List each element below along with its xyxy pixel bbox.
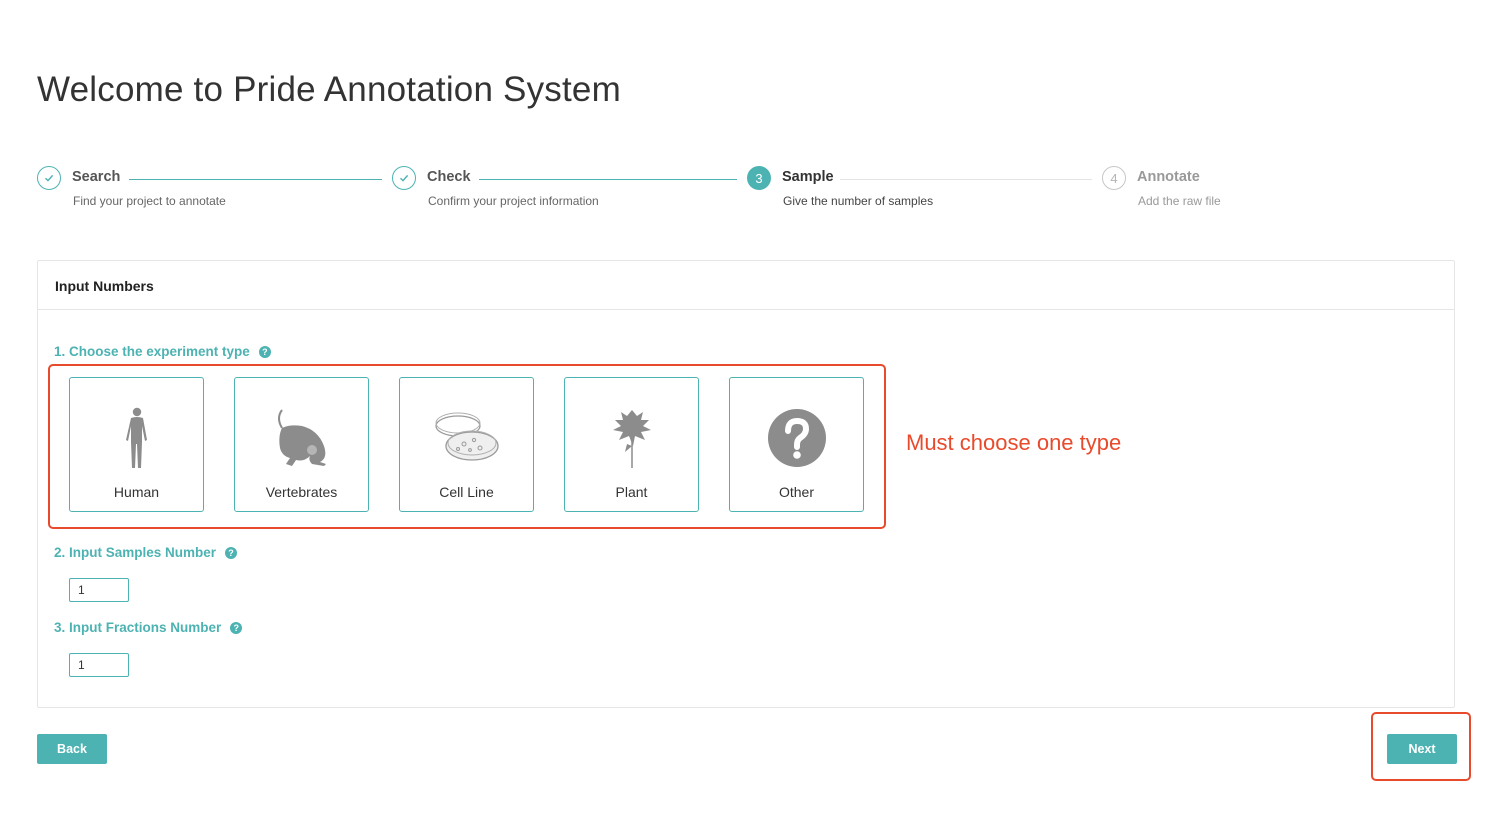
page-title: Welcome to Pride Annotation System (37, 70, 621, 109)
help-icon[interactable]: ? (225, 546, 238, 559)
check-icon (37, 166, 61, 190)
fractions-number-label: 3. Input Fractions Number ? (54, 620, 243, 635)
question-text: 2. Input Samples Number (54, 545, 217, 560)
experiment-type-label: 1. Choose the experiment type ? (54, 344, 271, 359)
step-description: Add the raw file (1138, 194, 1221, 208)
help-icon[interactable]: ? (258, 345, 271, 358)
step-number: 4 (1102, 166, 1126, 190)
question-text: 1. Choose the experiment type (54, 344, 250, 359)
step-title: Check (427, 169, 471, 185)
samples-number-label: 2. Input Samples Number ? (54, 545, 238, 560)
card-header: Input Numbers (38, 261, 1454, 310)
annotation-highlight-types (48, 364, 886, 529)
step-description: Confirm your project information (428, 194, 599, 208)
check-icon (392, 166, 416, 190)
step-title: Search (72, 169, 121, 185)
question-text: 3. Input Fractions Number (54, 620, 222, 635)
help-icon[interactable]: ? (230, 621, 243, 634)
step-connector (129, 179, 382, 180)
annotation-highlight-next (1371, 712, 1471, 781)
step-title: Sample (782, 169, 834, 185)
step-description: Give the number of samples (783, 194, 934, 208)
annotation-note: Must choose one type (906, 430, 1122, 455)
step-title: Annotate (1137, 169, 1200, 185)
fractions-number-input[interactable] (69, 653, 129, 677)
step-description: Find your project to annotate (73, 194, 226, 208)
samples-number-input[interactable] (69, 578, 129, 602)
step-number: 3 (747, 166, 771, 190)
step-connector (840, 179, 1092, 180)
step-connector (479, 179, 737, 180)
back-button[interactable]: Back (37, 734, 107, 764)
